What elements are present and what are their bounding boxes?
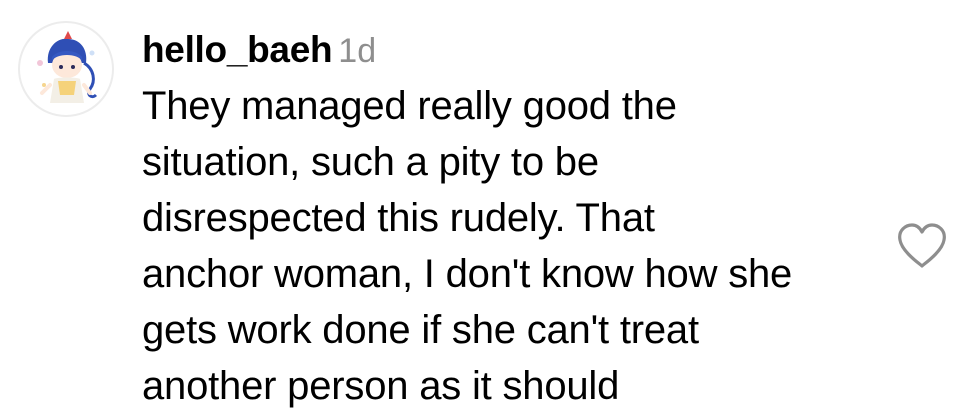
avatar[interactable] bbox=[18, 21, 114, 117]
comment-text-line: situation, such a pity to be bbox=[142, 140, 599, 184]
comment-text-line: disrespected this rudely. That bbox=[142, 196, 655, 240]
avatar-illustration bbox=[37, 31, 98, 103]
comment-body: hello_baeh 1d They managed really good th… bbox=[142, 22, 882, 414]
heart-outline-icon bbox=[898, 223, 946, 268]
username-link[interactable]: hello_baeh bbox=[142, 29, 333, 70]
comment-text-line: gets work done if she can't treat bbox=[142, 308, 699, 352]
comment-timestamp[interactable]: 1d bbox=[338, 32, 376, 70]
comment-header: hello_baeh 1d bbox=[142, 22, 882, 78]
comment-text-line: They managed really good the bbox=[142, 84, 677, 128]
comment-item: hello_baeh 1d They managed really good th… bbox=[0, 0, 980, 408]
like-button[interactable] bbox=[896, 222, 948, 270]
comment-text-line: anchor woman, I don't know how she bbox=[142, 252, 793, 296]
comment-text: They managed really good the situation, … bbox=[142, 78, 882, 414]
